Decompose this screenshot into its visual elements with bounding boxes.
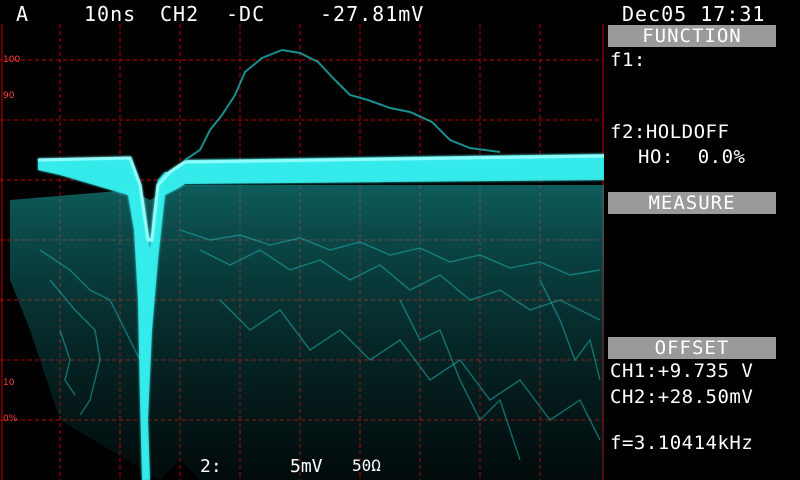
- pulse-trace: [184, 48, 501, 161]
- offset-ch1: CH1:+9.735 V: [610, 360, 754, 382]
- coupling-readout: -DC: [226, 2, 266, 26]
- channel-readout: CH2: [160, 2, 200, 26]
- volts-per-div: 5mV: [290, 456, 323, 477]
- frequency-readout: f=3.10414kHz: [610, 432, 754, 454]
- graticule-label-90: 90: [3, 91, 15, 101]
- function-panel-header[interactable]: FUNCTION: [608, 25, 776, 47]
- holdoff-value: HO: 0.0%: [638, 146, 746, 168]
- oscilloscope-screen: 100 90 10 0% A 10ns CH2 -DC -27.81mV Dec…: [0, 0, 800, 480]
- offset-ch2: CH2:+28.50mV: [610, 386, 754, 408]
- graticule-label-10: 10: [3, 378, 15, 388]
- persistence-noise-area: [10, 185, 604, 480]
- graticule-label-100: 100: [3, 55, 21, 65]
- offset-panel-header[interactable]: OFFSET: [608, 337, 776, 359]
- measure-panel-header[interactable]: MEASURE: [608, 192, 776, 214]
- graticule-label-0: 0%: [3, 414, 18, 424]
- datetime-readout: Dec05 17:31: [622, 2, 766, 26]
- waveform-display: [0, 24, 604, 480]
- timebase-readout: 10ns: [84, 2, 137, 26]
- channel-number: 2:: [200, 456, 222, 477]
- trigger-mode: A: [16, 2, 30, 26]
- function-f1[interactable]: f1:: [610, 49, 646, 71]
- trigger-level-readout: -27.81mV: [320, 2, 425, 26]
- input-impedance: 50Ω: [352, 456, 381, 475]
- function-f2[interactable]: f2:HOLDOFF: [610, 121, 729, 143]
